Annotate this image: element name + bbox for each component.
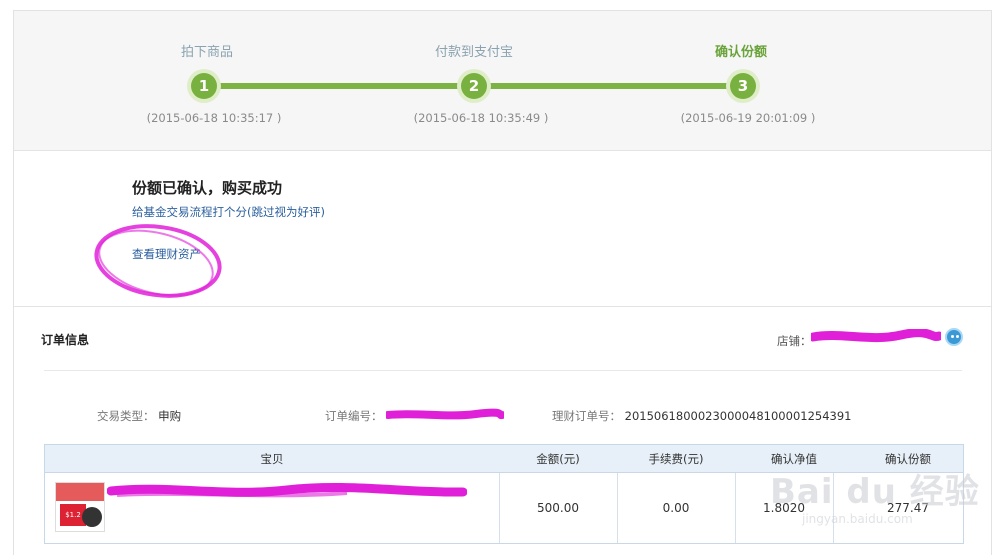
progress-track-2	[489, 83, 744, 89]
step-2-time: (2015-06-18 10:35:49 )	[413, 111, 549, 125]
progress-track-1	[219, 83, 474, 89]
progress-steps: 拍下商品 1 (2015-06-18 10:35:17 ) 付款到支付宝 2 (…	[14, 11, 991, 151]
col-amount: 金额(元)	[536, 452, 580, 466]
step-1-label: 拍下商品	[180, 45, 233, 60]
step-1-indicator: 1	[187, 69, 221, 103]
order-number-redacted	[386, 408, 504, 420]
step-3-indicator: 3	[726, 69, 760, 103]
shop-name-redacted	[811, 329, 941, 343]
step-2-label: 付款到支付宝	[434, 45, 513, 60]
cell-fee: 0.00	[662, 501, 690, 515]
step-1-number: 1	[191, 73, 217, 99]
product-thumbnail[interactable]: $1.2	[55, 482, 105, 532]
step-3-time: (2015-06-19 20:01:09 )	[680, 111, 816, 125]
product-name-redacted	[107, 483, 467, 498]
chat-icon[interactable]	[945, 328, 963, 346]
baidu-jingyan-watermark: Bai du 经验 jingyan.baidu.com	[770, 450, 985, 540]
finance-order-label: 理财订单号：	[552, 409, 621, 423]
trade-type: 交易类型： 申购	[97, 408, 181, 424]
col-fee: 手续费(元)	[648, 452, 704, 466]
step-1-time: (2015-06-18 10:35:17 )	[146, 111, 282, 125]
order-info-title: 订单信息	[41, 333, 90, 347]
watermark-main: Bai du 经验	[770, 472, 980, 512]
purchase-success-section: 份额已确认，购买成功 给基金交易流程打个分(跳过视为好评) 查看理财资产	[14, 151, 991, 307]
shop-label: 店铺：	[777, 334, 812, 348]
rate-process-link[interactable]: 给基金交易流程打个分(跳过视为好评)	[132, 204, 325, 220]
step-3-number: 3	[730, 73, 756, 99]
cell-amount: 500.00	[537, 501, 579, 515]
success-title: 份额已确认，购买成功	[132, 179, 283, 197]
finance-order-number: 理财订单号： 2015061800023000048100001254391	[552, 408, 851, 424]
step-3-label: 确认份额	[714, 45, 767, 60]
trade-type-value: 申购	[158, 409, 182, 423]
finance-order-value: 2015061800023000048100001254391	[624, 409, 852, 423]
col-item: 宝贝	[260, 452, 284, 466]
order-divider	[44, 370, 962, 371]
highlight-scribble	[94, 224, 222, 298]
step-2-indicator: 2	[457, 69, 491, 103]
trade-type-label: 交易类型：	[97, 409, 155, 423]
step-2-number: 2	[461, 73, 487, 99]
order-number: 订单编号：	[325, 408, 383, 424]
order-number-label: 订单编号：	[325, 409, 383, 423]
watermark-url: jingyan.baidu.com	[802, 512, 913, 526]
